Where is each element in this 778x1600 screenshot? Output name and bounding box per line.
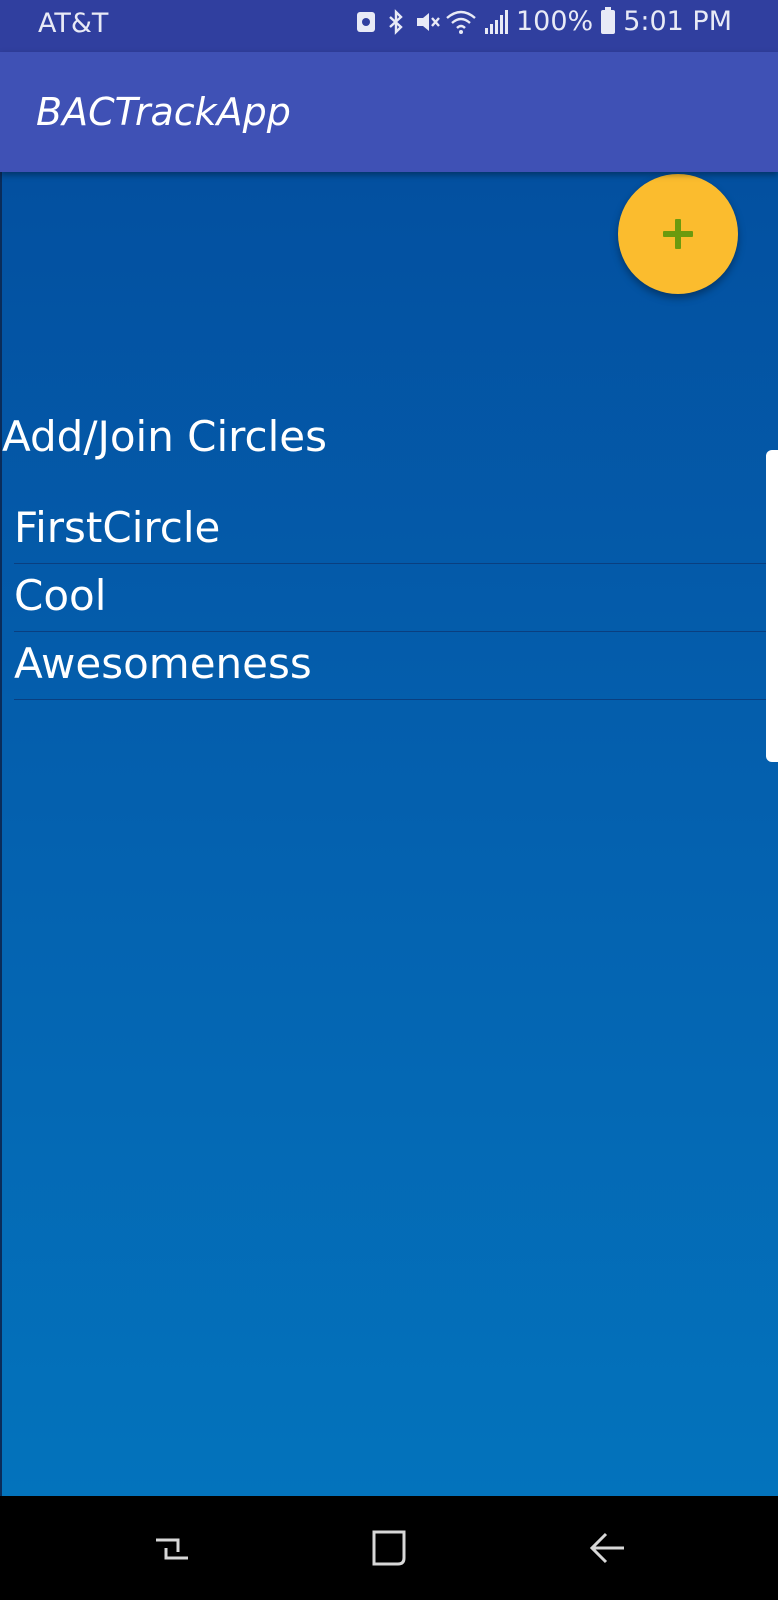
carrier-label: AT&T bbox=[38, 8, 109, 39]
battery-icon bbox=[601, 6, 616, 34]
circle-list: FirstCircle Cool Awesomeness bbox=[14, 496, 768, 700]
main-content: Add/Join Circles FirstCircle Cool Awesom… bbox=[0, 172, 778, 1496]
plus-icon bbox=[663, 219, 693, 249]
app-bar: BACTrackApp bbox=[0, 52, 778, 172]
add-circle-button[interactable] bbox=[618, 174, 738, 294]
list-item[interactable]: FirstCircle bbox=[14, 496, 768, 564]
battery-percent: 100% bbox=[516, 6, 594, 37]
home-icon[interactable] bbox=[368, 1526, 412, 1570]
wifi-icon bbox=[445, 9, 477, 35]
app-screen: AT&T 100% 5:01 PM BACTrackApp Add/Join C… bbox=[0, 0, 778, 1600]
mute-icon bbox=[415, 9, 440, 35]
status-icons: 100% 5:01 PM bbox=[355, 6, 732, 37]
clock: 5:01 PM bbox=[623, 6, 732, 37]
list-item[interactable]: Awesomeness bbox=[14, 632, 768, 700]
list-item[interactable]: Cool bbox=[14, 564, 768, 632]
scrollbar[interactable] bbox=[766, 450, 778, 762]
app-title: BACTrackApp bbox=[36, 90, 291, 134]
status-bar: AT&T 100% 5:01 PM bbox=[0, 0, 778, 52]
signal-icon bbox=[485, 9, 508, 34]
navigation-bar bbox=[0, 1496, 778, 1600]
notification-icon bbox=[355, 9, 377, 35]
recent-apps-icon[interactable] bbox=[150, 1526, 194, 1570]
section-heading: Add/Join Circles bbox=[2, 412, 328, 461]
bluetooth-icon bbox=[385, 8, 407, 35]
back-icon[interactable] bbox=[586, 1526, 630, 1570]
